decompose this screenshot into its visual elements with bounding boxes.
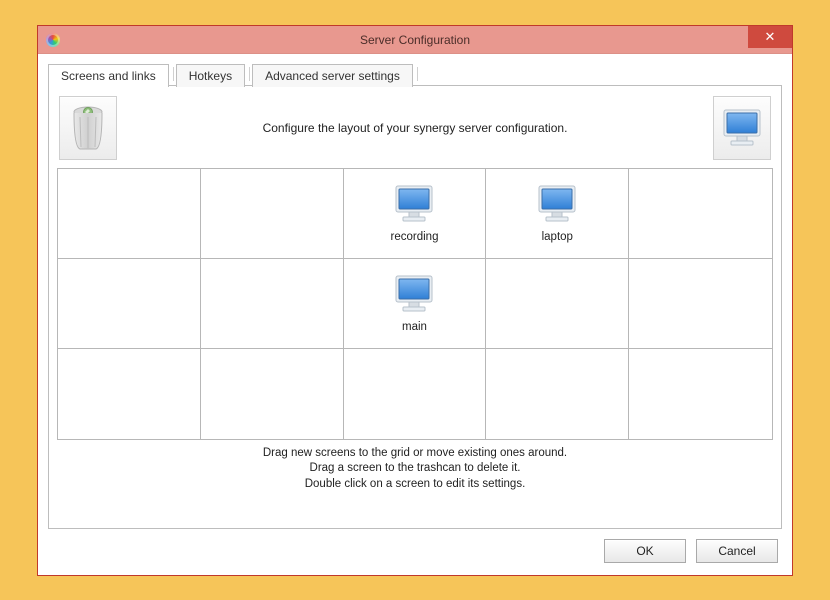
- client-area: Screens and links Hotkeys Advanced serve…: [38, 54, 792, 575]
- tab-separator: [249, 67, 250, 81]
- empty-cell[interactable]: [201, 349, 344, 439]
- empty-cell[interactable]: [486, 349, 629, 439]
- window-title: Server Configuration: [38, 33, 792, 47]
- empty-cell[interactable]: [58, 169, 201, 259]
- tab-panel-screens-and-links: Configure the layout of your synergy ser…: [48, 85, 782, 529]
- empty-cell[interactable]: [201, 169, 344, 259]
- tab-label: Hotkeys: [189, 69, 232, 83]
- hints-text: Drag new screens to the grid or move exi…: [57, 446, 773, 493]
- empty-cell[interactable]: [629, 259, 772, 349]
- hint-line-1: Drag new screens to the grid or move exi…: [57, 446, 773, 462]
- layout-toolbar: Configure the layout of your synergy ser…: [57, 94, 773, 162]
- tab-advanced-server-settings[interactable]: Advanced server settings: [252, 64, 413, 87]
- trashcan-button[interactable]: [59, 96, 117, 160]
- titlebar[interactable]: Server Configuration ✕: [38, 26, 792, 54]
- empty-cell[interactable]: [201, 259, 344, 349]
- ok-button[interactable]: OK: [604, 539, 686, 563]
- screens-grid[interactable]: recording laptop main: [58, 169, 772, 439]
- computer-monitor-icon: [390, 273, 438, 317]
- computer-monitor-icon: [533, 183, 581, 227]
- server-configuration-window: Server Configuration ✕ Screens and links…: [37, 25, 793, 576]
- screen-label: main: [402, 321, 427, 333]
- computer-monitor-icon: [390, 183, 438, 227]
- tab-hotkeys[interactable]: Hotkeys: [176, 64, 245, 87]
- screens-grid-container: recording laptop main: [57, 168, 773, 440]
- hint-line-2: Drag a screen to the trashcan to delete …: [57, 461, 773, 477]
- empty-cell[interactable]: [629, 349, 772, 439]
- empty-cell[interactable]: [344, 349, 487, 439]
- cancel-button[interactable]: Cancel: [696, 539, 778, 563]
- empty-cell[interactable]: [58, 259, 201, 349]
- new-screen-source[interactable]: [713, 96, 771, 160]
- computer-monitor-icon: [719, 105, 765, 151]
- screen-cell-main[interactable]: main: [344, 259, 487, 349]
- tab-bar: Screens and links Hotkeys Advanced serve…: [48, 62, 782, 86]
- tab-screens-and-links[interactable]: Screens and links: [48, 64, 169, 87]
- toolbar-instruction: Configure the layout of your synergy ser…: [125, 121, 705, 135]
- screen-label: recording: [391, 231, 439, 243]
- screen-cell-laptop[interactable]: laptop: [486, 169, 629, 259]
- tab-label: Screens and links: [61, 69, 156, 83]
- close-icon: ✕: [765, 29, 776, 45]
- empty-cell[interactable]: [486, 259, 629, 349]
- empty-cell[interactable]: [629, 169, 772, 259]
- close-button[interactable]: ✕: [748, 26, 792, 48]
- dialog-button-row: OK Cancel: [48, 529, 782, 565]
- hint-line-3: Double click on a screen to edit its set…: [57, 477, 773, 493]
- screen-label: laptop: [542, 231, 573, 243]
- empty-cell[interactable]: [58, 349, 201, 439]
- trashcan-icon: [68, 103, 108, 153]
- app-icon: [46, 33, 60, 47]
- tab-label: Advanced server settings: [265, 69, 400, 83]
- tab-separator: [173, 67, 174, 81]
- desktop-background: Server Configuration ✕ Screens and links…: [0, 0, 830, 600]
- tab-separator: [417, 67, 418, 81]
- screen-cell-recording[interactable]: recording: [344, 169, 487, 259]
